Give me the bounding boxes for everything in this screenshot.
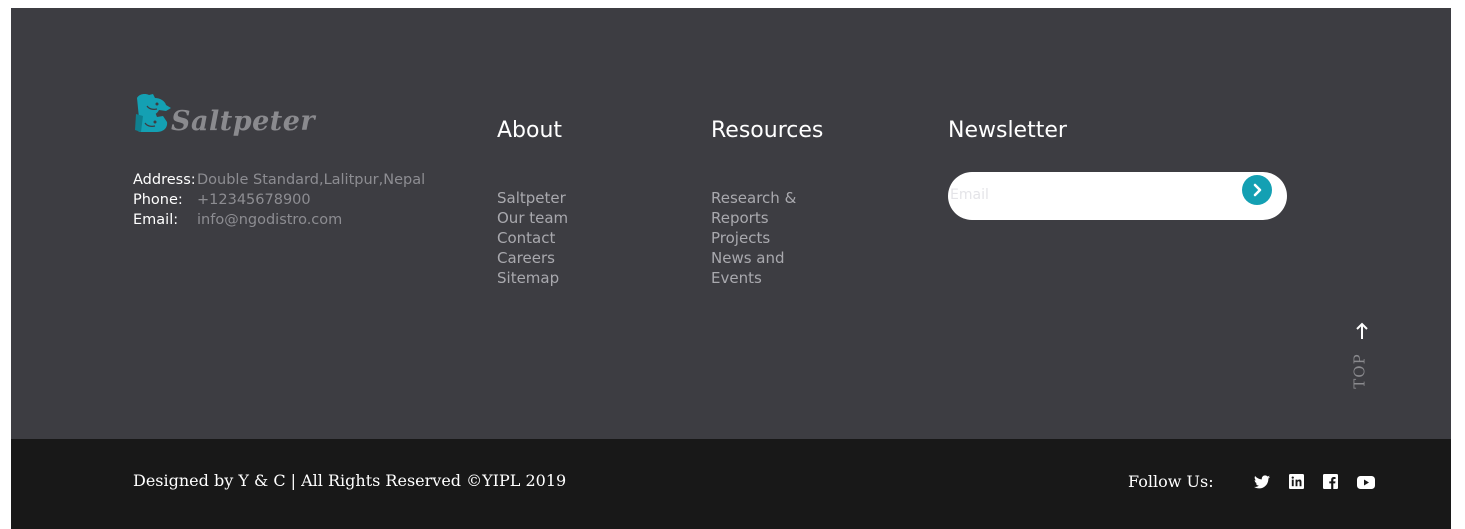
footer-main: Saltpeter Address: Double Standard,Lalit… <box>11 8 1451 439</box>
back-to-top-label: TOP <box>1350 353 1369 389</box>
contact-info: Address: Double Standard,Lalitpur,Nepal … <box>133 170 425 230</box>
about-link-saltpeter[interactable]: Saltpeter <box>497 189 566 207</box>
contact-email-row: Email: info@ngodistro.com <box>133 210 425 230</box>
resources-link-news[interactable]: News and <box>711 249 785 267</box>
resources-links: Research & Reports Projects News and Eve… <box>711 188 796 288</box>
facebook-link[interactable] <box>1323 474 1339 490</box>
follow-us-label: Follow Us: <box>1128 472 1214 491</box>
brand-name: Saltpeter <box>171 106 316 137</box>
youtube-icon <box>1357 476 1375 489</box>
brand-logo[interactable]: Saltpeter <box>133 92 315 154</box>
phone-value[interactable]: +12345678900 <box>197 190 311 210</box>
resources-link-research[interactable]: Research & <box>711 189 796 207</box>
address-value: Double Standard,Lalitpur,Nepal <box>197 172 426 188</box>
contact-phone-row: Phone: +12345678900 <box>133 190 425 210</box>
contact-address-row: Address: Double Standard,Lalitpur,Nepal <box>133 170 425 190</box>
back-to-top-link[interactable]: TOP <box>1350 322 1380 392</box>
address-label: Address: <box>133 172 196 188</box>
newsletter-column: Newsletter <box>948 116 1288 220</box>
resources-link-events[interactable]: Events <box>711 269 762 287</box>
resources-link-reports[interactable]: Reports <box>711 209 769 227</box>
arrow-up-icon <box>1356 322 1368 339</box>
dog-cat-logo-icon <box>135 94 171 132</box>
about-link-sitemap[interactable]: Sitemap <box>497 269 559 287</box>
resources-link-projects[interactable]: Projects <box>711 229 770 247</box>
resources-heading: Resources <box>711 118 824 143</box>
about-links: Saltpeter Our team Contact Careers Sitem… <box>497 188 568 288</box>
linkedin-icon <box>1289 474 1304 489</box>
email-label: Email: <box>133 212 179 228</box>
resources-column: Resources Research & Reports Projects Ne… <box>711 116 824 287</box>
email-value[interactable]: info@ngodistro.com <box>197 210 342 230</box>
about-link-careers[interactable]: Careers <box>497 249 555 267</box>
about-link-contact[interactable]: Contact <box>497 229 555 247</box>
newsletter-submit-button[interactable] <box>1242 175 1272 205</box>
about-column: About Saltpeter Our team Contact Careers… <box>497 116 657 287</box>
chevron-right-icon <box>1253 183 1262 197</box>
newsletter-form <box>948 172 1287 220</box>
footer-bottom-bar: Designed by Y & C | All Rights Reserved … <box>11 439 1451 529</box>
newsletter-heading: Newsletter <box>948 118 1067 143</box>
twitter-icon <box>1254 475 1270 489</box>
facebook-icon <box>1323 474 1338 489</box>
about-heading: About <box>497 118 563 143</box>
newsletter-email-input[interactable] <box>950 184 1230 206</box>
twitter-link[interactable] <box>1254 474 1270 490</box>
about-link-our-team[interactable]: Our team <box>497 209 568 227</box>
copyright-text: Designed by Y & C | All Rights Reserved … <box>133 471 567 490</box>
linkedin-link[interactable] <box>1289 474 1305 490</box>
phone-label: Phone: <box>133 192 183 208</box>
youtube-link[interactable] <box>1357 474 1375 490</box>
